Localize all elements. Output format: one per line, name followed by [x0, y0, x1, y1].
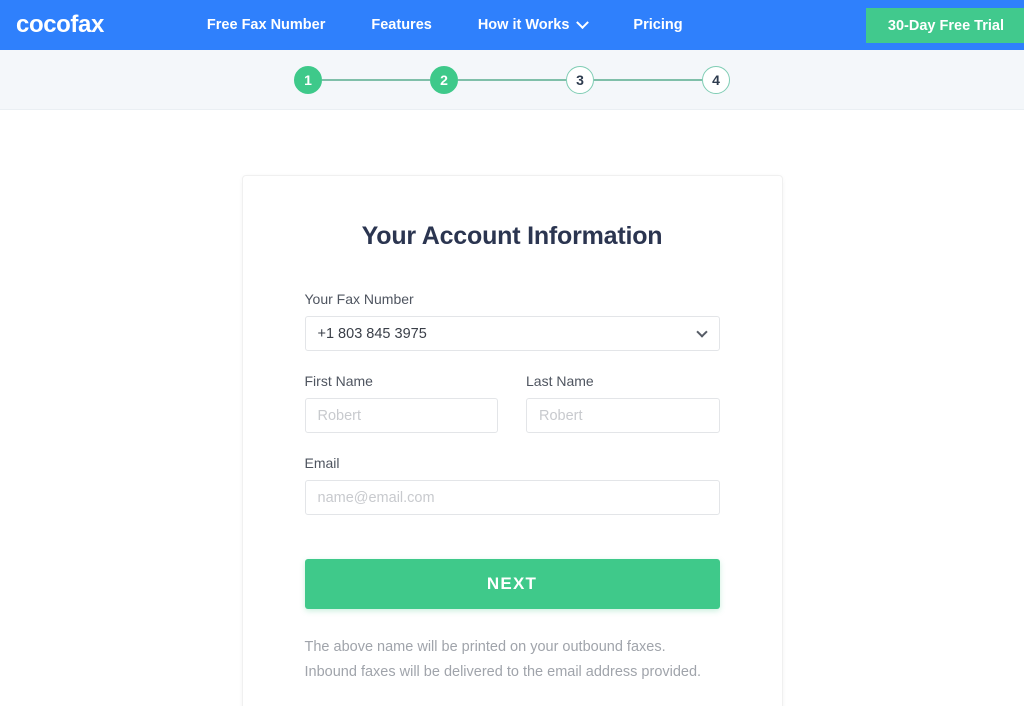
- fax-number-select[interactable]: +1 803 845 3975: [304, 316, 720, 351]
- name-row: First Name Last Name: [304, 373, 720, 433]
- progress-stepper-band: 1 2 3 4: [0, 50, 1024, 110]
- free-trial-button[interactable]: 30-Day Free Trial: [865, 8, 1024, 43]
- last-name-field-group: Last Name: [526, 373, 720, 433]
- nav-item-pricing[interactable]: Pricing: [633, 17, 682, 33]
- form-note: The above name will be printed on your o…: [305, 635, 720, 685]
- step-3[interactable]: 3: [566, 65, 594, 94]
- first-name-label: First Name: [304, 373, 373, 389]
- progress-stepper: 1 2 3 4: [294, 65, 730, 94]
- fax-number-label: Your Fax Number: [304, 291, 414, 307]
- account-information-card: Your Account Information Your Fax Number…: [241, 175, 783, 706]
- step-1[interactable]: 1: [294, 65, 322, 94]
- main-content: Your Account Information Your Fax Number…: [0, 110, 1024, 706]
- email-input[interactable]: [304, 480, 720, 515]
- last-name-label: Last Name: [526, 373, 594, 389]
- nav-item-label: How it Works: [477, 17, 570, 33]
- first-name-field-group: First Name: [304, 373, 498, 433]
- last-name-input[interactable]: [526, 398, 720, 433]
- step-2[interactable]: 2: [430, 65, 458, 94]
- first-name-input[interactable]: [304, 398, 498, 433]
- step-connector-2-3: [458, 78, 566, 81]
- next-button[interactable]: NEXT: [304, 559, 720, 609]
- fax-number-field-group: Your Fax Number +1 803 845 3975: [304, 291, 720, 351]
- nav-item-how-it-works[interactable]: How it Works: [477, 15, 590, 33]
- main-navigation: Free Fax Number Features How it Works Pr…: [207, 15, 683, 33]
- nav-item-label: Features: [371, 17, 432, 33]
- page-title: Your Account Information: [361, 222, 663, 250]
- nav-item-label: Pricing: [633, 17, 683, 33]
- fax-number-select-wrap: +1 803 845 3975: [304, 316, 720, 351]
- step-4[interactable]: 4: [702, 65, 730, 94]
- form-note-line-2: Inbound faxes will be delivered to the e…: [304, 663, 702, 680]
- nav-item-free-fax-number[interactable]: Free Fax Number: [207, 17, 325, 33]
- site-header: cocofax Free Fax Number Features How it …: [0, 0, 1024, 50]
- chevron-down-icon: [576, 15, 590, 29]
- logo[interactable]: cocofax: [16, 11, 104, 39]
- form-note-line-1: The above name will be printed on your o…: [304, 639, 666, 655]
- step-connector-1-2: [322, 78, 430, 81]
- nav-item-features[interactable]: Features: [371, 17, 431, 33]
- email-field-group: Email: [304, 455, 720, 515]
- nav-item-label: Free Fax Number: [206, 17, 326, 33]
- step-connector-3-4: [594, 78, 702, 81]
- email-label: Email: [304, 455, 340, 471]
